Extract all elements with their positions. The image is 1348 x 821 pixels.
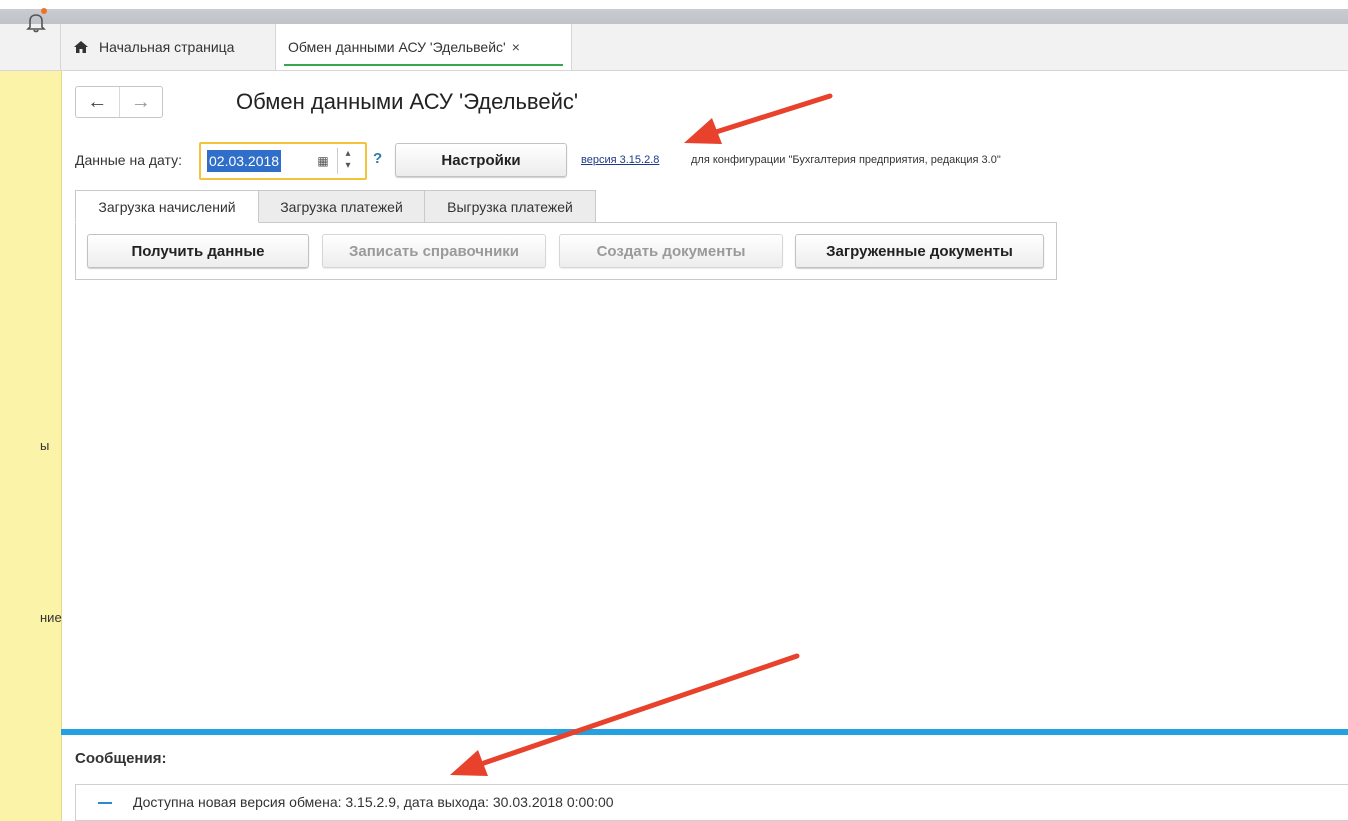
forward-button[interactable]: → [118,87,163,117]
tab-load-accruals[interactable]: Загрузка начислений [75,190,259,223]
tab-exchange-label: Обмен данными АСУ 'Эдельвейс' [288,39,506,55]
notification-dot [41,8,47,14]
message-dash-icon [98,802,112,804]
write-references-button[interactable]: Записать справочники [322,234,546,268]
create-documents-button[interactable]: Создать документы [559,234,783,268]
left-panel-text-1[interactable]: ы [40,438,49,453]
left-panel-text-2[interactable]: ние [40,610,62,625]
tab-load-payments[interactable]: Загрузка платежей [258,190,425,223]
tab-home[interactable]: Начальная страница [61,24,276,70]
back-button[interactable]: ← [76,87,119,117]
get-data-button[interactable]: Получить данные [87,234,309,268]
calendar-icon[interactable]: ▦ [315,152,331,170]
date-field[interactable]: 02.03.2018 ▦ ▴ ▾ [199,142,367,180]
annotation-arrows [450,93,833,776]
version-link[interactable]: версия 3.15.2.8 [581,154,659,166]
annotation-arrow-version [684,93,833,144]
messages-list: Доступна новая версия обмена: 3.15.2.9, … [75,784,1348,821]
tab-export-payments[interactable]: Выгрузка платежей [424,190,596,223]
tab-home-label: Начальная страница [99,39,235,55]
date-value[interactable]: 02.03.2018 [207,150,282,172]
window-top-bar [0,9,1348,24]
date-label: Данные на дату: [75,152,182,168]
left-panel: ы ние [0,71,62,821]
version-description: для конфигурации "Бухгалтерия предприяти… [691,154,1001,166]
settings-button[interactable]: Настройки [395,143,567,177]
message-item[interactable]: Доступна новая версия обмена: 3.15.2.9, … [133,794,614,810]
page-title: Обмен данными АСУ 'Эдельвейс' [236,89,579,114]
loaded-documents-button[interactable]: Загруженные документы [795,234,1044,268]
messages-title: Сообщения: [75,750,167,767]
spinner-icon[interactable]: ▴ ▾ [337,148,358,174]
tab-exchange[interactable]: Обмен данными АСУ 'Эдельвейс' × [276,24,572,70]
help-icon[interactable]: ? [373,150,382,167]
annotation-arrow-message [450,653,800,776]
history-nav: ← → [75,86,163,118]
messages-divider[interactable] [61,729,1348,735]
close-icon[interactable]: × [512,39,520,55]
home-icon [74,41,88,53]
